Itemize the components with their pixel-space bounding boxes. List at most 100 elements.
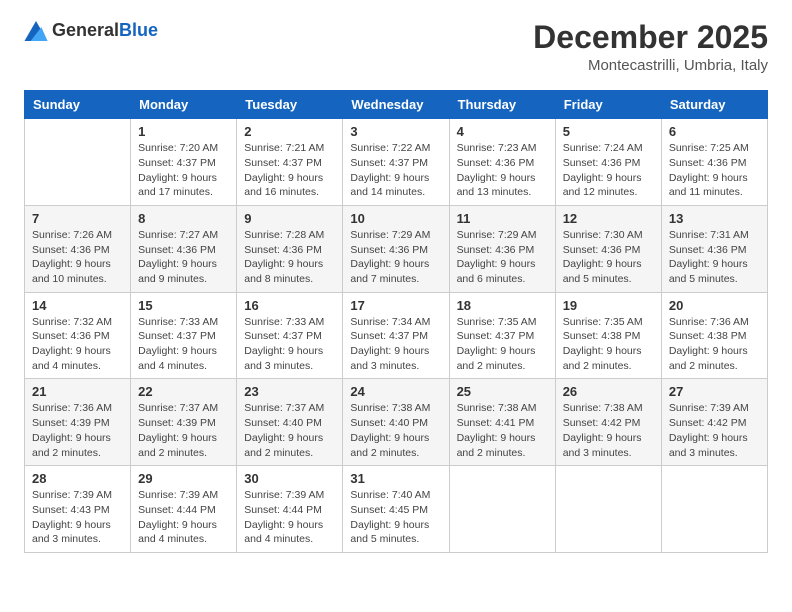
day-info: Sunrise: 7:38 AM Sunset: 4:41 PM Dayligh… [457, 401, 548, 460]
calendar-cell: 19 Sunrise: 7:35 AM Sunset: 4:38 PM Dayli… [555, 292, 661, 379]
calendar-cell: 31 Sunrise: 7:40 AM Sunset: 4:45 PM Dayli… [343, 466, 449, 553]
calendar-cell: 14 Sunrise: 7:32 AM Sunset: 4:36 PM Dayli… [25, 292, 131, 379]
day-number: 26 [563, 384, 654, 399]
day-info: Sunrise: 7:38 AM Sunset: 4:40 PM Dayligh… [350, 401, 441, 460]
title-block: December 2025 Montecastrilli, Umbria, It… [533, 20, 768, 74]
day-info: Sunrise: 7:39 AM Sunset: 4:43 PM Dayligh… [32, 488, 123, 547]
day-info: Sunrise: 7:39 AM Sunset: 4:44 PM Dayligh… [138, 488, 229, 547]
day-number: 19 [563, 298, 654, 313]
day-number: 25 [457, 384, 548, 399]
day-info: Sunrise: 7:29 AM Sunset: 4:36 PM Dayligh… [350, 228, 441, 287]
calendar-cell: 21 Sunrise: 7:36 AM Sunset: 4:39 PM Dayli… [25, 379, 131, 466]
logo-blue: Blue [119, 20, 158, 40]
calendar-cell: 27Sunrise: 7:39 AM Sunset: 4:42 PM Dayli… [661, 379, 767, 466]
day-number: 11 [457, 211, 548, 226]
calendar-cell: 16 Sunrise: 7:33 AM Sunset: 4:37 PM Dayli… [237, 292, 343, 379]
day-info: Sunrise: 7:23 AM Sunset: 4:36 PM Dayligh… [457, 141, 548, 200]
day-number: 24 [350, 384, 441, 399]
calendar-cell: 10 Sunrise: 7:29 AM Sunset: 4:36 PM Dayli… [343, 205, 449, 292]
day-number: 23 [244, 384, 335, 399]
calendar-cell: 29Sunrise: 7:39 AM Sunset: 4:44 PM Dayli… [131, 466, 237, 553]
day-info: Sunrise: 7:29 AM Sunset: 4:36 PM Dayligh… [457, 228, 548, 287]
weekday-header: Sunday [25, 91, 131, 119]
day-info: Sunrise: 7:28 AM Sunset: 4:36 PM Dayligh… [244, 228, 335, 287]
day-info: Sunrise: 7:30 AM Sunset: 4:36 PM Dayligh… [563, 228, 654, 287]
day-number: 12 [563, 211, 654, 226]
day-info: Sunrise: 7:21 AM Sunset: 4:37 PM Dayligh… [244, 141, 335, 200]
day-number: 5 [563, 124, 654, 139]
logo: GeneralBlue [24, 20, 158, 41]
calendar-header-row: SundayMondayTuesdayWednesdayThursdayFrid… [25, 91, 768, 119]
calendar-cell: 17Sunrise: 7:34 AM Sunset: 4:37 PM Dayli… [343, 292, 449, 379]
calendar-cell: 25 Sunrise: 7:38 AM Sunset: 4:41 PM Dayli… [449, 379, 555, 466]
day-info: Sunrise: 7:36 AM Sunset: 4:38 PM Dayligh… [669, 315, 760, 374]
calendar-week-row: 1Sunrise: 7:20 AM Sunset: 4:37 PM Daylig… [25, 119, 768, 206]
day-info: Sunrise: 7:27 AM Sunset: 4:36 PM Dayligh… [138, 228, 229, 287]
calendar-cell: 1Sunrise: 7:20 AM Sunset: 4:37 PM Daylig… [131, 119, 237, 206]
calendar-cell: 30Sunrise: 7:39 AM Sunset: 4:44 PM Dayli… [237, 466, 343, 553]
calendar-cell: 4Sunrise: 7:23 AM Sunset: 4:36 PM Daylig… [449, 119, 555, 206]
day-number: 1 [138, 124, 229, 139]
calendar-cell: 9 Sunrise: 7:28 AM Sunset: 4:36 PM Daylig… [237, 205, 343, 292]
day-number: 15 [138, 298, 229, 313]
day-info: Sunrise: 7:38 AM Sunset: 4:42 PM Dayligh… [563, 401, 654, 460]
day-number: 28 [32, 471, 123, 486]
day-number: 7 [32, 211, 123, 226]
calendar-cell: 13 Sunrise: 7:31 AM Sunset: 4:36 PM Dayli… [661, 205, 767, 292]
day-number: 14 [32, 298, 123, 313]
calendar-cell: 23 Sunrise: 7:37 AM Sunset: 4:40 PM Dayli… [237, 379, 343, 466]
day-number: 2 [244, 124, 335, 139]
logo-icon [24, 21, 48, 41]
day-number: 18 [457, 298, 548, 313]
calendar-cell: 26 Sunrise: 7:38 AM Sunset: 4:42 PM Dayli… [555, 379, 661, 466]
weekday-header: Thursday [449, 91, 555, 119]
calendar-cell: 8 Sunrise: 7:27 AM Sunset: 4:36 PM Daylig… [131, 205, 237, 292]
day-info: Sunrise: 7:37 AM Sunset: 4:39 PM Dayligh… [138, 401, 229, 460]
day-info: Sunrise: 7:24 AM Sunset: 4:36 PM Dayligh… [563, 141, 654, 200]
day-info: Sunrise: 7:32 AM Sunset: 4:36 PM Dayligh… [32, 315, 123, 374]
day-info: Sunrise: 7:35 AM Sunset: 4:38 PM Dayligh… [563, 315, 654, 374]
calendar-cell: 6Sunrise: 7:25 AM Sunset: 4:36 PM Daylig… [661, 119, 767, 206]
calendar-cell: 7 Sunrise: 7:26 AM Sunset: 4:36 PM Daylig… [25, 205, 131, 292]
day-info: Sunrise: 7:25 AM Sunset: 4:36 PM Dayligh… [669, 141, 760, 200]
day-info: Sunrise: 7:26 AM Sunset: 4:36 PM Dayligh… [32, 228, 123, 287]
calendar-cell [661, 466, 767, 553]
calendar-cell: 22 Sunrise: 7:37 AM Sunset: 4:39 PM Dayli… [131, 379, 237, 466]
day-info: Sunrise: 7:39 AM Sunset: 4:44 PM Dayligh… [244, 488, 335, 547]
day-number: 9 [244, 211, 335, 226]
day-number: 31 [350, 471, 441, 486]
day-number: 21 [32, 384, 123, 399]
day-number: 13 [669, 211, 760, 226]
calendar-cell: 20 Sunrise: 7:36 AM Sunset: 4:38 PM Dayli… [661, 292, 767, 379]
day-info: Sunrise: 7:40 AM Sunset: 4:45 PM Dayligh… [350, 488, 441, 547]
day-number: 17 [350, 298, 441, 313]
day-number: 22 [138, 384, 229, 399]
day-info: Sunrise: 7:36 AM Sunset: 4:39 PM Dayligh… [32, 401, 123, 460]
logo-general: General [52, 20, 119, 40]
day-info: Sunrise: 7:31 AM Sunset: 4:36 PM Dayligh… [669, 228, 760, 287]
calendar-table: SundayMondayTuesdayWednesdayThursdayFrid… [24, 90, 768, 553]
weekday-header: Saturday [661, 91, 767, 119]
calendar-week-row: 14 Sunrise: 7:32 AM Sunset: 4:36 PM Dayli… [25, 292, 768, 379]
calendar-cell: 12 Sunrise: 7:30 AM Sunset: 4:36 PM Dayli… [555, 205, 661, 292]
day-number: 8 [138, 211, 229, 226]
day-info: Sunrise: 7:37 AM Sunset: 4:40 PM Dayligh… [244, 401, 335, 460]
day-info: Sunrise: 7:33 AM Sunset: 4:37 PM Dayligh… [244, 315, 335, 374]
calendar-cell: 2 Sunrise: 7:21 AM Sunset: 4:37 PM Daylig… [237, 119, 343, 206]
weekday-header: Monday [131, 91, 237, 119]
day-info: Sunrise: 7:35 AM Sunset: 4:37 PM Dayligh… [457, 315, 548, 374]
page-header: GeneralBlue December 2025 Montecastrilli… [24, 20, 768, 74]
calendar-cell: 5 Sunrise: 7:24 AM Sunset: 4:36 PM Daylig… [555, 119, 661, 206]
day-number: 20 [669, 298, 760, 313]
month-title: December 2025 [533, 20, 768, 55]
day-info: Sunrise: 7:33 AM Sunset: 4:37 PM Dayligh… [138, 315, 229, 374]
day-number: 10 [350, 211, 441, 226]
calendar-cell: 28 Sunrise: 7:39 AM Sunset: 4:43 PM Dayli… [25, 466, 131, 553]
calendar-week-row: 7 Sunrise: 7:26 AM Sunset: 4:36 PM Daylig… [25, 205, 768, 292]
location: Montecastrilli, Umbria, Italy [533, 57, 768, 74]
calendar-week-row: 21 Sunrise: 7:36 AM Sunset: 4:39 PM Dayli… [25, 379, 768, 466]
calendar-cell: 3Sunrise: 7:22 AM Sunset: 4:37 PM Daylig… [343, 119, 449, 206]
calendar-cell: 15 Sunrise: 7:33 AM Sunset: 4:37 PM Dayli… [131, 292, 237, 379]
calendar-week-row: 28 Sunrise: 7:39 AM Sunset: 4:43 PM Dayli… [25, 466, 768, 553]
day-number: 16 [244, 298, 335, 313]
